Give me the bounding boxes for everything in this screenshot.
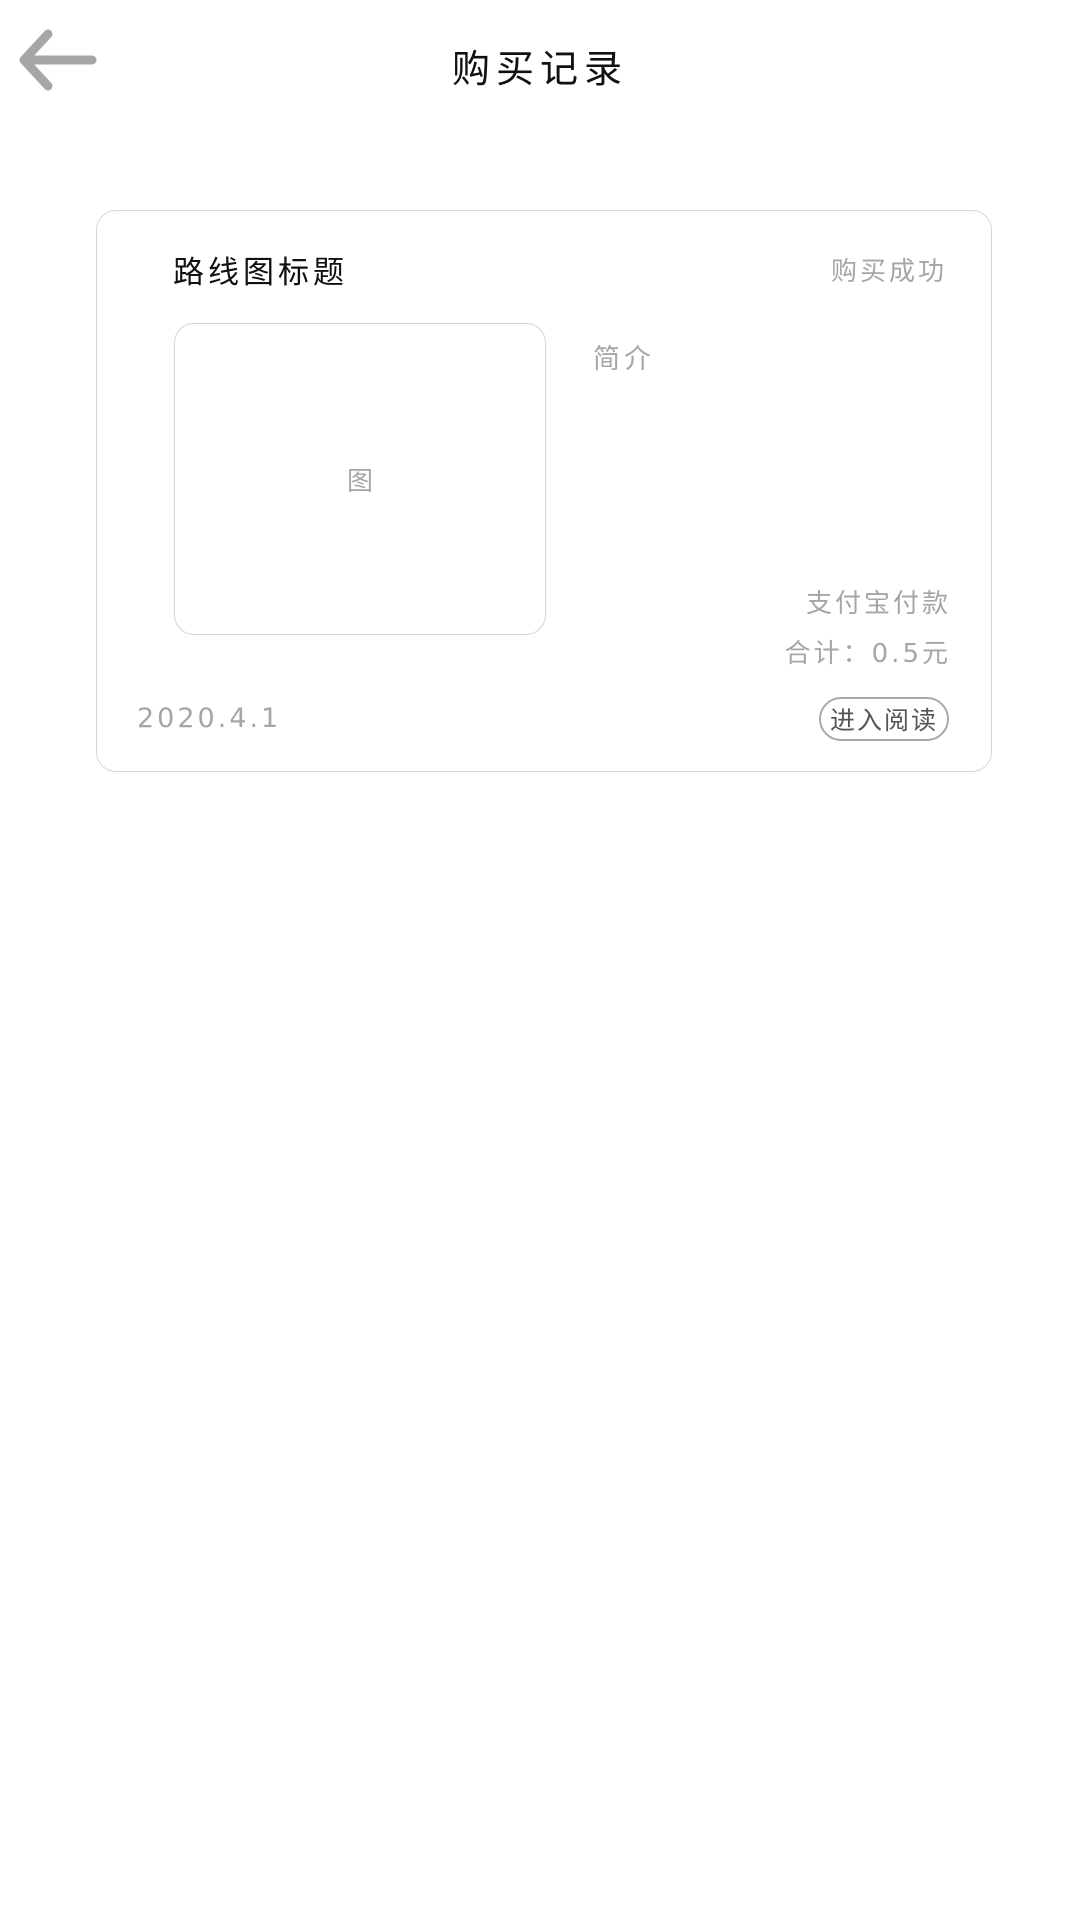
purchase-date: 2020.4.1 — [137, 703, 282, 734]
purchase-record-card[interactable]: 路线图标题 购买成功 图 简介 支付宝付款 合计：0.5元 2020.4.1 进… — [96, 210, 992, 772]
record-thumbnail[interactable]: 图 — [174, 323, 546, 635]
purchase-status: 购买成功 — [830, 257, 947, 287]
payment-method: 支付宝付款 — [805, 589, 951, 619]
thumbnail-placeholder-label: 图 — [346, 466, 373, 497]
enter-reading-button[interactable]: 进入阅读 — [819, 697, 949, 741]
record-title: 路线图标题 — [173, 255, 348, 291]
total-price: 合计：0.5元 — [784, 639, 951, 669]
record-intro: 简介 — [593, 344, 655, 375]
page-title: 购买记录 — [451, 47, 628, 91]
